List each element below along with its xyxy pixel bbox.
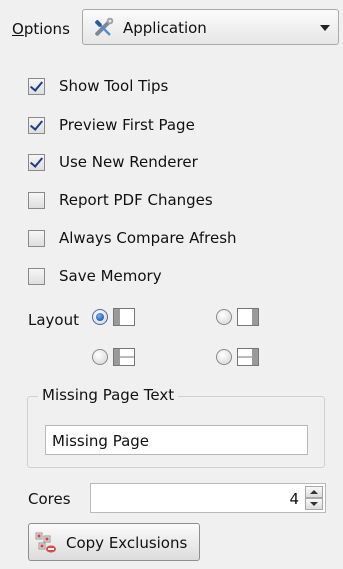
copy-exclusions-label: Copy Exclusions — [66, 534, 188, 552]
copy-exclusions-button[interactable]: Copy Exclusions — [28, 523, 200, 561]
checkbox-label: Save Memory — [59, 267, 162, 285]
checkbox-show-tool-tips[interactable]: Show Tool Tips — [28, 76, 168, 96]
layout-radio-right[interactable] — [216, 309, 232, 325]
layout-radio-bottom[interactable] — [216, 349, 232, 365]
checkbox-preview-first-page[interactable]: Preview First Page — [28, 115, 195, 135]
spin-down-icon[interactable] — [305, 498, 323, 510]
checkbox-box[interactable] — [28, 229, 45, 247]
layout-top-panel-icon[interactable] — [113, 348, 135, 366]
checkbox-box[interactable] — [28, 191, 45, 209]
checkbox-label: Use New Renderer — [59, 153, 198, 171]
cores-label: Cores — [28, 490, 71, 508]
checkbox-always-compare-afresh[interactable]: Always Compare Afresh — [28, 228, 237, 248]
cores-spinbox[interactable]: 4 — [90, 483, 326, 513]
layout-right-panel-icon[interactable] — [237, 308, 259, 326]
options-dropdown-value: Application — [123, 19, 207, 37]
options-label-accel: O — [12, 20, 24, 38]
checkbox-save-memory[interactable]: Save Memory — [28, 266, 162, 286]
missing-page-text-input[interactable]: Missing Page — [45, 425, 308, 455]
checkbox-box[interactable] — [28, 116, 45, 134]
layout-bottom-panel-icon[interactable] — [237, 348, 259, 366]
layout-radio-top[interactable] — [92, 349, 108, 365]
wrench-screwdriver-icon — [91, 16, 115, 40]
checkbox-box[interactable] — [28, 153, 45, 171]
checkbox-box[interactable] — [28, 77, 45, 95]
chevron-down-icon — [320, 25, 330, 31]
checkbox-label: Always Compare Afresh — [59, 229, 237, 247]
cores-value: 4 — [289, 490, 299, 508]
checkbox-label: Show Tool Tips — [59, 77, 169, 95]
layout-radio-left[interactable] — [92, 309, 108, 325]
options-dropdown[interactable]: Application — [82, 9, 339, 45]
layout-label: Layout — [28, 311, 79, 329]
options-label-rest: ptions — [23, 20, 70, 38]
checkbox-label: Report PDF Changes — [59, 191, 213, 209]
checkbox-report-pdf-changes[interactable]: Report PDF Changes — [28, 190, 213, 210]
cores-spin-arrows — [305, 486, 323, 510]
spin-up-icon[interactable] — [305, 486, 323, 498]
layout-left-panel-icon[interactable] — [113, 308, 135, 326]
checkbox-box[interactable] — [28, 267, 45, 285]
copy-exclusions-icon — [35, 532, 57, 554]
options-label: Options — [12, 20, 70, 38]
missing-page-group-title: Missing Page Text — [38, 386, 179, 404]
checkbox-label: Preview First Page — [59, 116, 195, 134]
checkbox-use-new-renderer[interactable]: Use New Renderer — [28, 152, 198, 172]
